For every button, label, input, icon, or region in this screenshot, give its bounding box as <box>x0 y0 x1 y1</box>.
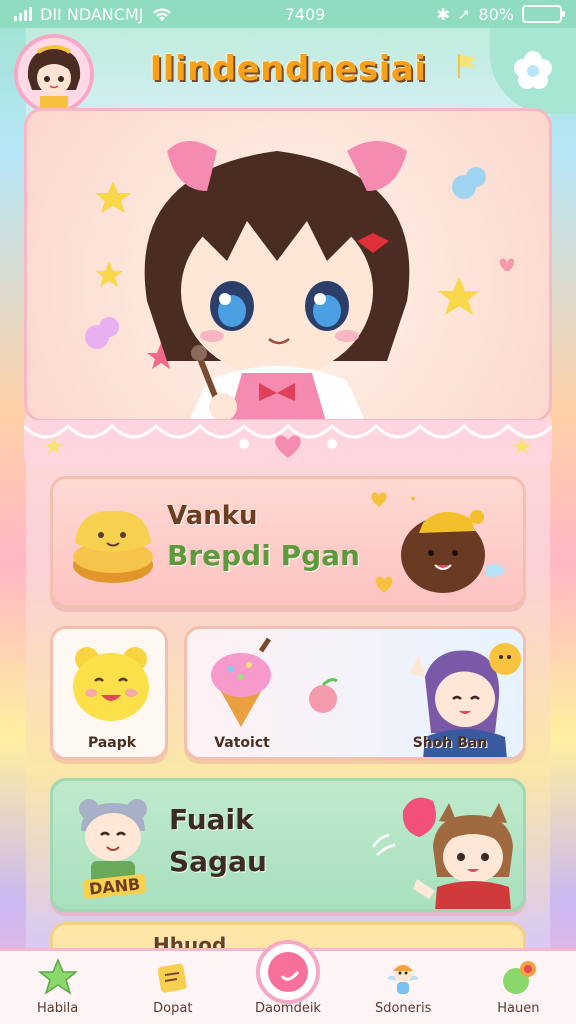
clock: 7409 <box>284 4 326 24</box>
play-icon <box>268 952 308 992</box>
signal-icon <box>14 7 32 21</box>
flower-menu-button[interactable] <box>490 28 576 114</box>
location-icon: ➚ <box>457 5 471 23</box>
status-left: DII NDANCMJ <box>14 5 173 24</box>
heart-icon <box>371 492 387 507</box>
app-title: Ilindendnesiai <box>149 49 427 89</box>
heart-icon <box>275 435 301 458</box>
battery-percent: 80% <box>478 4 514 24</box>
bear-mascot-icon <box>401 497 505 593</box>
star-icon <box>95 261 123 287</box>
shoh-ban-label: Shoh Ban <box>412 735 488 751</box>
sagau-subtitle: Sagau <box>169 845 267 878</box>
treats-card[interactable]: Vatoict Shoh Ban <box>184 626 526 760</box>
nav-item-hauen[interactable]: Hauen <box>468 957 568 1016</box>
hero-girl-illustration <box>85 141 515 419</box>
rainbow-right-stripe <box>550 0 576 1024</box>
avatar[interactable] <box>14 34 94 114</box>
lace-hearts-decoration <box>22 423 554 458</box>
peach-icon <box>309 678 338 713</box>
bluetooth-icon: ✱ <box>436 4 450 24</box>
breads-subtitle: Brepdi Pgan <box>167 539 360 572</box>
nav-item-habila[interactable]: Habila <box>8 957 108 1016</box>
flower-icon <box>514 51 552 89</box>
lace-divider <box>22 420 554 468</box>
breads-title: Vanku <box>167 501 258 531</box>
avatar-girl-icon <box>18 38 90 110</box>
status-bar: DII NDANCMJ 7409 ✱ ➚ 80% <box>0 0 576 28</box>
ice-cream-icon <box>211 637 272 727</box>
app-header: Ilindendnesiai <box>0 28 576 114</box>
fairy-icon <box>387 964 420 994</box>
bread-icon <box>73 510 153 583</box>
flag-icon[interactable] <box>456 52 478 80</box>
fox-girl-mascot-icon <box>402 797 513 909</box>
wifi-icon <box>153 8 172 21</box>
star-icon <box>37 958 78 995</box>
breads-card[interactable]: Vanku Brepdi Pgan <box>50 476 526 608</box>
paapk-card[interactable]: Paapk <box>50 626 168 760</box>
star-icon <box>438 277 480 315</box>
center-play-button[interactable] <box>256 940 320 1004</box>
battery-icon <box>521 5 565 23</box>
sparkle-lines-icon <box>371 833 396 856</box>
yellow-bear-icon <box>73 647 149 721</box>
ribbon-icon <box>503 961 537 994</box>
note-icon <box>157 963 187 993</box>
paapk-label: Paapk <box>87 735 137 751</box>
nav-label-hauen: Hauen <box>497 1001 540 1016</box>
nav-label-dopat: Dopat <box>153 1001 193 1016</box>
vatoict-label: Vatoict <box>214 735 270 751</box>
nav-item-sdoneris[interactable]: Sdoneris <box>353 957 453 1016</box>
hero-banner[interactable] <box>24 108 552 422</box>
nav-item-dopat[interactable]: Dopat <box>123 957 223 1016</box>
carrier-label: DII NDANCMJ <box>40 4 144 24</box>
fuaik-title: Fuaik <box>169 803 254 836</box>
nav-label-sdoneris: Sdoneris <box>374 1001 432 1016</box>
nav-label-habila: Habila <box>37 1001 79 1016</box>
status-right: ✱ ➚ 80% <box>436 4 565 24</box>
rainbow-left-stripe <box>0 0 26 1024</box>
fuaik-card[interactable]: DANB Fuaik Sagau <box>50 778 526 912</box>
star-icon <box>95 181 131 213</box>
heart-icon <box>375 576 393 593</box>
